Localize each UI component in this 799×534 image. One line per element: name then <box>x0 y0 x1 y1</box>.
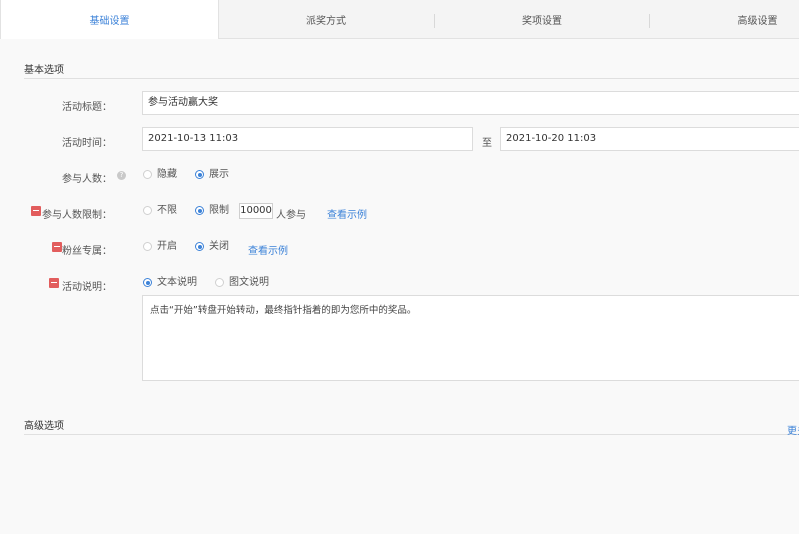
limit-unlimited-radio[interactable]: 不限 <box>143 205 177 217</box>
end-time-input[interactable]: 2021-10-20 11:03 <box>500 127 799 151</box>
limit-limited-radio[interactable]: 限制 <box>195 205 229 217</box>
section-divider <box>24 434 799 435</box>
radio-label: 图文说明 <box>229 277 269 288</box>
fans-exclusive-label: 粉丝专属： <box>62 246 112 257</box>
tab-prize-settings[interactable]: 奖项设置 <box>435 0 649 38</box>
advanced-section-title: 高级选项 <box>24 421 64 432</box>
fans-on-radio[interactable]: 开启 <box>143 241 177 253</box>
fans-example-link[interactable]: 查看示例 <box>248 242 288 257</box>
section-divider <box>24 78 799 79</box>
start-time-input[interactable]: 2021-10-13 11:03 <box>142 127 473 151</box>
radio-dot <box>195 242 204 251</box>
limit-count-input[interactable]: 10000 <box>239 203 273 219</box>
radio-dot <box>143 170 152 179</box>
participants-label: 参与人数： <box>62 174 112 185</box>
question-circle-icon[interactable]: ? <box>117 171 126 180</box>
description-textarea[interactable]: 点击“开始”转盘开始转动，最终指针指着的即为您所中的奖品。 <box>142 295 799 381</box>
basic-section-title: 基本选项 <box>24 65 64 76</box>
participants-hide-radio[interactable]: 隐藏 <box>143 169 177 181</box>
radio-label: 文本说明 <box>157 277 197 288</box>
description-label: 活动说明： <box>62 282 112 293</box>
radio-label: 开启 <box>157 241 177 252</box>
activity-time-label: 活动时间： <box>62 138 112 149</box>
activity-title-label: 活动标题： <box>62 102 112 113</box>
participant-limit-label: 参与人数限制： <box>42 210 112 221</box>
tab-prize-method[interactable]: 派奖方式 <box>218 0 434 38</box>
participants-show-radio[interactable]: 展示 <box>195 169 229 181</box>
radio-label: 隐藏 <box>157 169 177 180</box>
limit-example-link[interactable]: 查看示例 <box>327 206 367 221</box>
tab-bar: 基础设置 派奖方式 奖项设置 高级设置 <box>0 0 799 39</box>
radio-dot <box>195 206 204 215</box>
description-image-text-radio[interactable]: 图文说明 <box>215 277 269 289</box>
more-link[interactable]: 更多 <box>787 422 799 437</box>
activity-title-input[interactable]: 参与活动赢大奖 <box>142 91 799 115</box>
radio-dot <box>215 278 224 287</box>
radio-label: 关闭 <box>209 241 229 252</box>
tab-advanced-settings[interactable]: 高级设置 <box>650 0 799 38</box>
radio-dot <box>143 206 152 215</box>
limit-suffix: 人参与 <box>276 210 306 221</box>
radio-label: 展示 <box>209 169 229 180</box>
radio-label: 限制 <box>209 205 229 216</box>
description-text-radio[interactable]: 文本说明 <box>143 277 197 289</box>
tab-basic-settings[interactable]: 基础设置 <box>0 0 219 39</box>
radio-dot <box>143 242 152 251</box>
radio-label: 不限 <box>157 205 177 216</box>
radio-dot <box>143 278 152 287</box>
radio-dot <box>195 170 204 179</box>
fans-off-radio[interactable]: 关闭 <box>195 241 229 253</box>
time-separator: 至 <box>482 138 492 149</box>
